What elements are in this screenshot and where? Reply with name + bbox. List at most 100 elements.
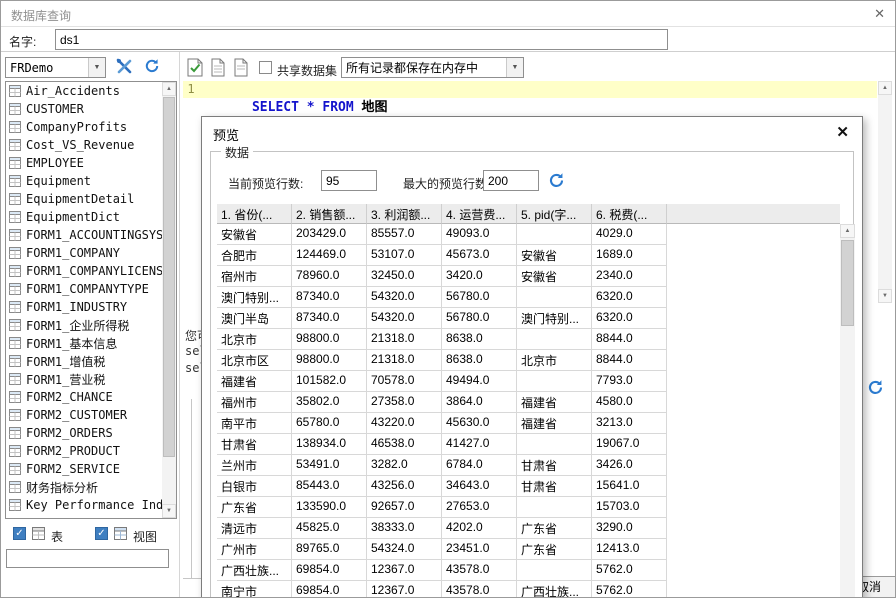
table-list-item[interactable]: FORM2_CHANCE xyxy=(6,388,162,406)
preview-header-cell[interactable]: 1. 省份(... xyxy=(217,204,292,224)
table-list-item[interactable]: EMPLOYEE xyxy=(6,154,162,172)
preview-cell: 46538.0 xyxy=(367,434,442,455)
table-list-item[interactable]: FORM1_ACCOUNTINGSYST xyxy=(6,226,162,244)
preview-cell: 6784.0 xyxy=(442,455,517,476)
table-list-item[interactable]: FORM2_ORDERS xyxy=(6,424,162,442)
table-list-item[interactable]: FORM2_CUSTOMER xyxy=(6,406,162,424)
preview-cell: 3213.0 xyxy=(592,413,667,434)
scroll-up-icon[interactable]: ▲ xyxy=(840,224,855,238)
table-icon xyxy=(9,463,22,475)
table-icon xyxy=(9,175,22,187)
current-rows-input[interactable] xyxy=(321,170,377,191)
preview-row[interactable]: 福建省 101582.0 70578.0 49494.0 7793.0 xyxy=(217,371,840,392)
table-list-item[interactable]: FORM2_PRODUCT xyxy=(6,442,162,460)
preview-row[interactable]: 白银市 85443.0 43256.0 34643.0 甘肃省 15641.0 xyxy=(217,476,840,497)
table-list-item[interactable]: FORM1_基本信息 xyxy=(6,334,162,352)
name-input[interactable] xyxy=(55,29,668,50)
dialog-close-icon[interactable]: ✕ xyxy=(836,123,849,141)
preview-cell: 133590.0 xyxy=(292,497,367,518)
copy-document-button[interactable] xyxy=(231,57,251,77)
preview-header-cell[interactable]: 6. 税费(... xyxy=(592,204,667,224)
table-list-item[interactable]: FORM1_COMPANYTYPE xyxy=(6,280,162,298)
preview-row[interactable]: 广东省 133590.0 92657.0 27653.0 15703.0 xyxy=(217,497,840,518)
preview-cell: 45630.0 xyxy=(442,413,517,434)
table-list-item[interactable]: FORM1_企业所得税 xyxy=(6,316,162,334)
preview-row[interactable]: 福州市 35802.0 27358.0 3864.0 福建省 4580.0 xyxy=(217,392,840,413)
preview-row[interactable]: 北京市 98800.0 21318.0 8638.0 8844.0 xyxy=(217,329,840,350)
table-list-item[interactable]: CompanyProfits xyxy=(6,118,162,136)
table-search-input[interactable] xyxy=(6,549,169,568)
preview-cell: 87340.0 xyxy=(292,287,367,308)
view-checkbox[interactable]: ✓ xyxy=(95,527,108,540)
window-close-icon[interactable]: ✕ xyxy=(874,6,885,22)
table-list-item[interactable]: FORM1_COMPANYLICENSE xyxy=(6,262,162,280)
preview-row[interactable]: 合肥市 124469.0 53107.0 45673.0 安徽省 1689.0 xyxy=(217,245,840,266)
tables-scrollbar[interactable]: ▲ ▼ xyxy=(162,82,176,518)
preview-row[interactable]: 澳门特别... 87340.0 54320.0 56780.0 6320.0 xyxy=(217,287,840,308)
preview-row[interactable]: 清远市 45825.0 38333.0 4202.0 广东省 3290.0 xyxy=(217,518,840,539)
table-list-item[interactable]: FORM1_INDUSTRY xyxy=(6,298,162,316)
storage-select[interactable]: 所有记录都保存在内存中 ▼ xyxy=(341,57,524,78)
titlebar: 数据库查询 ✕ xyxy=(1,1,895,27)
table-list-item[interactable]: Air_Accidents xyxy=(6,82,162,100)
preview-query-button[interactable] xyxy=(185,57,205,77)
scroll-down-icon[interactable]: ▼ xyxy=(878,289,892,303)
preview-row[interactable]: 北京市区 98800.0 21318.0 8638.0 北京市 8844.0 xyxy=(217,350,840,371)
database-query-window: 数据库查询 ✕ 名字: FRDemo ▼ Air_Accidents CUSTOM… xyxy=(0,0,896,598)
scroll-up-icon[interactable]: ▲ xyxy=(162,82,176,96)
refresh-preview-button[interactable] xyxy=(865,377,885,397)
preview-row[interactable]: 宿州市 78960.0 32450.0 3420.0 安徽省 2340.0 xyxy=(217,266,840,287)
new-document-button[interactable] xyxy=(208,57,228,77)
preview-header-cell[interactable]: 5. pid(字... xyxy=(517,204,592,224)
preview-header-cell[interactable]: 2. 销售额... xyxy=(292,204,367,224)
preview-row[interactable]: 南平市 65780.0 43220.0 45630.0 福建省 3213.0 xyxy=(217,413,840,434)
preview-row[interactable]: 安徽省 203429.0 85557.0 49093.0 4029.0 xyxy=(217,224,840,245)
preview-cell: 53491.0 xyxy=(292,455,367,476)
preview-row[interactable]: 广西壮族... 69854.0 12367.0 43578.0 5762.0 xyxy=(217,560,840,581)
preview-row[interactable]: 甘肃省 138934.0 46538.0 41427.0 19067.0 xyxy=(217,434,840,455)
table-list-item[interactable]: Key Performance Indic xyxy=(6,496,162,514)
table-name: FORM1_COMPANY xyxy=(26,246,120,260)
scroll-up-icon[interactable]: ▲ xyxy=(878,81,892,95)
connection-settings-button[interactable] xyxy=(113,57,135,78)
current-rows-label: 当前预览行数: xyxy=(228,177,304,191)
preview-cell: 12367.0 xyxy=(367,581,442,597)
table-name: FORM2_PRODUCT xyxy=(26,444,120,458)
table-list-item[interactable]: FORM1_营业税 xyxy=(6,370,162,388)
table-icon xyxy=(9,373,22,385)
preview-cell: 安徽省 xyxy=(517,266,592,287)
table-icon xyxy=(9,103,22,115)
connection-select[interactable]: FRDemo ▼ xyxy=(5,57,106,78)
table-list-item[interactable]: FORM1_COMPANY xyxy=(6,244,162,262)
refresh-tables-button[interactable] xyxy=(141,57,163,78)
preview-row[interactable]: 南宁市 69854.0 12367.0 43578.0 广西壮族... 5762.0 xyxy=(217,581,840,597)
preview-header-cell[interactable]: 3. 利润额... xyxy=(367,204,442,224)
preview-cell: 合肥市 xyxy=(217,245,292,266)
table-checkbox[interactable]: ✓ xyxy=(13,527,26,540)
preview-scrollbar[interactable]: ▲ xyxy=(840,224,855,597)
table-list-item[interactable]: FORM2_SERVICE xyxy=(6,460,162,478)
preview-header-cell[interactable]: 4. 运营费... xyxy=(442,204,517,224)
preview-row[interactable]: 兰州市 53491.0 3282.0 6784.0 甘肃省 3426.0 xyxy=(217,455,840,476)
preview-cell: 85443.0 xyxy=(292,476,367,497)
preview-row[interactable]: 澳门半岛 87340.0 54320.0 56780.0 澳门特别... 6320.0 xyxy=(217,308,840,329)
table-list-item[interactable]: CUSTOMER xyxy=(6,100,162,118)
share-dataset-checkbox[interactable] xyxy=(259,61,272,74)
scrollbar-thumb[interactable] xyxy=(163,97,175,457)
editor-scrollbar[interactable]: ▲ ▼ xyxy=(878,81,892,303)
table-list-item[interactable]: EquipmentDict xyxy=(6,208,162,226)
table-list-item[interactable]: 财务指标分析 xyxy=(6,478,162,496)
preview-cell: 45673.0 xyxy=(442,245,517,266)
preview-row[interactable]: 广州市 89765.0 54324.0 23451.0 广东省 12413.0 xyxy=(217,539,840,560)
dialog-refresh-button[interactable] xyxy=(547,171,566,190)
scroll-down-icon[interactable]: ▼ xyxy=(162,504,176,518)
preview-cell: 4029.0 xyxy=(592,224,667,245)
table-list-item[interactable]: Equipment xyxy=(6,172,162,190)
scrollbar-thumb[interactable] xyxy=(841,240,854,326)
document-check-icon xyxy=(187,58,202,76)
preview-table: 1. 省份(... 2. 销售额... 3. 利润额... 4. 运营费... 5. p… xyxy=(217,204,855,597)
table-list-item[interactable]: Cost_VS_Revenue xyxy=(6,136,162,154)
max-rows-input[interactable] xyxy=(483,170,539,191)
table-list-item[interactable]: FORM1_增值税 xyxy=(6,352,162,370)
table-list-item[interactable]: EquipmentDetail xyxy=(6,190,162,208)
